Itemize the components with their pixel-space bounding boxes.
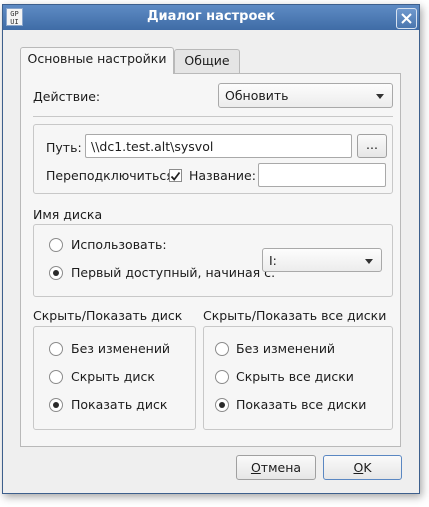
tab-panel: Действие: Обновить Путь: \\dc1.test.alt\… bbox=[20, 73, 401, 447]
disk-name-title: Имя диска bbox=[33, 207, 103, 222]
cancel-mnemonic: О bbox=[250, 460, 261, 475]
show-disk-label: Показать диск bbox=[71, 397, 168, 412]
reconnect-label: Переподключиться: bbox=[46, 168, 179, 183]
hide-show-all-group: Без изменений Скрыть все диски Показать … bbox=[203, 326, 393, 430]
first-available-radio[interactable] bbox=[49, 266, 63, 280]
ok-mnemonic: O bbox=[353, 460, 364, 475]
path-label: Путь: bbox=[46, 140, 82, 155]
ok-label: K bbox=[363, 460, 372, 475]
close-icon bbox=[401, 13, 412, 24]
ok-button[interactable]: OK bbox=[323, 455, 402, 480]
hide-all-radio[interactable] bbox=[215, 370, 229, 384]
browse-button[interactable]: ... bbox=[357, 134, 387, 158]
path-input[interactable]: \\dc1.test.alt\sysvol bbox=[85, 134, 352, 158]
disk-name-group: Использовать: Первый доступный, начиная … bbox=[33, 224, 393, 297]
hide-show-all-title: Скрыть/Показать все диски bbox=[203, 308, 387, 323]
disk-no-change-radio[interactable] bbox=[49, 342, 63, 356]
chevron-down-icon bbox=[365, 259, 373, 264]
use-label: Использовать: bbox=[71, 237, 167, 252]
show-all-radio[interactable] bbox=[215, 398, 229, 412]
disk-no-change-label: Без изменений bbox=[71, 341, 171, 356]
chevron-down-icon bbox=[376, 94, 384, 99]
drive-letter-value: I: bbox=[269, 253, 277, 268]
path-value: \\dc1.test.alt\sysvol bbox=[91, 139, 214, 154]
show-all-label: Показать все диски bbox=[236, 397, 367, 412]
all-no-change-label: Без изменений bbox=[236, 341, 336, 356]
use-radio[interactable] bbox=[49, 238, 63, 252]
all-no-change-radio[interactable] bbox=[215, 342, 229, 356]
close-button[interactable] bbox=[396, 8, 417, 29]
divider bbox=[33, 116, 393, 117]
hide-all-label: Скрыть все диски bbox=[236, 369, 354, 384]
hide-disk-label: Скрыть диск bbox=[71, 369, 155, 384]
first-available-label: Первый доступный, начиная с: bbox=[71, 265, 276, 280]
hide-disk-radio[interactable] bbox=[49, 370, 63, 384]
hide-show-disk-title: Скрыть/Показать диск bbox=[33, 308, 183, 323]
checkmark-icon bbox=[170, 171, 181, 181]
show-disk-radio[interactable] bbox=[49, 398, 63, 412]
title-bar[interactable]: GP UI Диалог настроек bbox=[3, 5, 419, 30]
hide-show-disk-group: Без изменений Скрыть диск Показать диск bbox=[33, 326, 196, 430]
reconnect-checkbox[interactable] bbox=[169, 169, 182, 182]
window-title: Диалог настроек bbox=[146, 9, 276, 24]
action-dropdown[interactable]: Обновить bbox=[218, 83, 393, 108]
cancel-button[interactable]: Отмена bbox=[236, 455, 316, 480]
action-label: Действие: bbox=[33, 89, 101, 104]
path-group: Путь: \\dc1.test.alt\sysvol ... Переподк… bbox=[33, 124, 393, 194]
action-value: Обновить bbox=[225, 88, 289, 103]
tab-main-settings[interactable]: Основные настройки bbox=[20, 47, 174, 74]
name-input[interactable] bbox=[258, 163, 386, 187]
name-label: Название: bbox=[189, 168, 256, 183]
drive-letter-dropdown[interactable]: I: bbox=[262, 248, 382, 272]
settings-dialog: GP UI Диалог настроек Основные настройки… bbox=[2, 4, 420, 494]
cancel-label: тмена bbox=[260, 460, 302, 475]
tab-general[interactable]: Общие bbox=[174, 49, 240, 73]
